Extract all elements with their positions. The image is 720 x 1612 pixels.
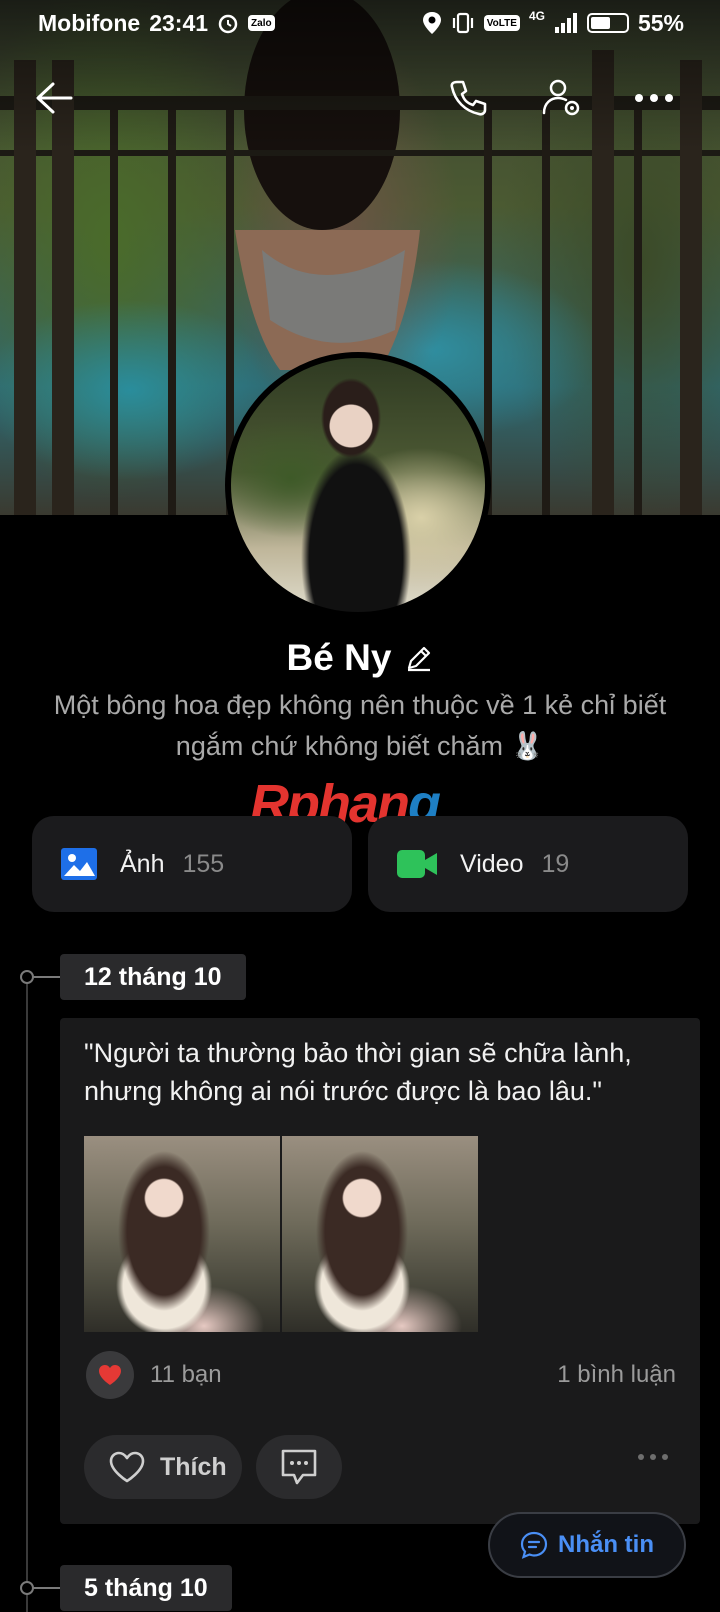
- video-camera-icon: [397, 850, 437, 878]
- phone-icon: [450, 80, 487, 116]
- call-button[interactable]: [446, 76, 490, 120]
- reaction-count[interactable]: 11 bạn: [150, 1361, 222, 1389]
- timeline-line: [26, 976, 28, 1612]
- photos-count: 155: [182, 849, 225, 878]
- profile-bio: Một bông hoa đẹp không nên thuộc về 1 kẻ…: [53, 690, 667, 761]
- videos-button[interactable]: Video 19: [368, 816, 688, 912]
- profile-settings-button[interactable]: [540, 76, 584, 120]
- like-button[interactable]: Thích: [84, 1435, 242, 1499]
- user-settings-icon: [542, 79, 580, 116]
- location-icon: [422, 12, 441, 34]
- post-photo[interactable]: [282, 1136, 478, 1332]
- comment-button[interactable]: [256, 1435, 342, 1499]
- back-arrow-icon: [36, 82, 73, 114]
- avatar[interactable]: [225, 352, 491, 618]
- image-icon: [61, 848, 97, 880]
- battery-icon: [586, 13, 629, 33]
- more-button[interactable]: [632, 76, 676, 120]
- battery-percent: 55%: [637, 9, 684, 36]
- videos-count: 19: [541, 849, 570, 878]
- network-type: 4G: [528, 9, 545, 23]
- volte-icon: VoLTE: [483, 15, 520, 31]
- like-label: Thích: [160, 1452, 227, 1481]
- signal-icon: [554, 13, 577, 33]
- profile-name: Bé Ny: [286, 637, 392, 678]
- carrier-label: Mobifone: [38, 9, 141, 36]
- timeline-dot: [20, 1581, 34, 1595]
- profile-name-row: Bé Ny: [0, 634, 720, 682]
- status-bar: Mobifone 23:41 Zalo VoLTE 4G 55%: [0, 0, 720, 46]
- back-button[interactable]: [32, 76, 76, 120]
- timeline-date: 5 tháng 10: [60, 1565, 232, 1611]
- post-text: "Người ta thường bảo thời gian sẽ chữa l…: [84, 1038, 632, 1106]
- post-photo[interactable]: [84, 1136, 280, 1332]
- heart-icon[interactable]: [86, 1351, 134, 1399]
- alarm-icon: [218, 14, 238, 34]
- top-navigation: [0, 76, 720, 120]
- photos-label: Ảnh: [120, 849, 165, 878]
- reaction-row: 11 bạn 1 bình luận: [86, 1350, 676, 1400]
- chat-bubble-icon: [520, 1531, 548, 1559]
- message-label: Nhắn tin: [558, 1531, 654, 1558]
- comment-icon: [281, 1449, 317, 1485]
- clock: 23:41: [149, 9, 209, 36]
- edit-icon[interactable]: [405, 644, 433, 672]
- timeline-post[interactable]: "Người ta thường bảo thời gian sẽ chữa l…: [60, 1018, 700, 1524]
- message-button[interactable]: Nhắn tin: [488, 1512, 686, 1578]
- vibrate-icon: [452, 12, 473, 34]
- comment-count[interactable]: 1 bình luận: [557, 1361, 676, 1389]
- videos-label: Video: [460, 849, 524, 878]
- heart-outline-icon: [109, 1451, 145, 1483]
- zalo-notification-icon: Zalo: [248, 15, 275, 31]
- more-icon: [635, 94, 673, 102]
- timeline-date: 12 tháng 10: [60, 954, 246, 1000]
- photos-button[interactable]: Ảnh 155: [32, 816, 352, 912]
- post-more-icon[interactable]: [638, 1454, 668, 1460]
- timeline-dot: [20, 970, 34, 984]
